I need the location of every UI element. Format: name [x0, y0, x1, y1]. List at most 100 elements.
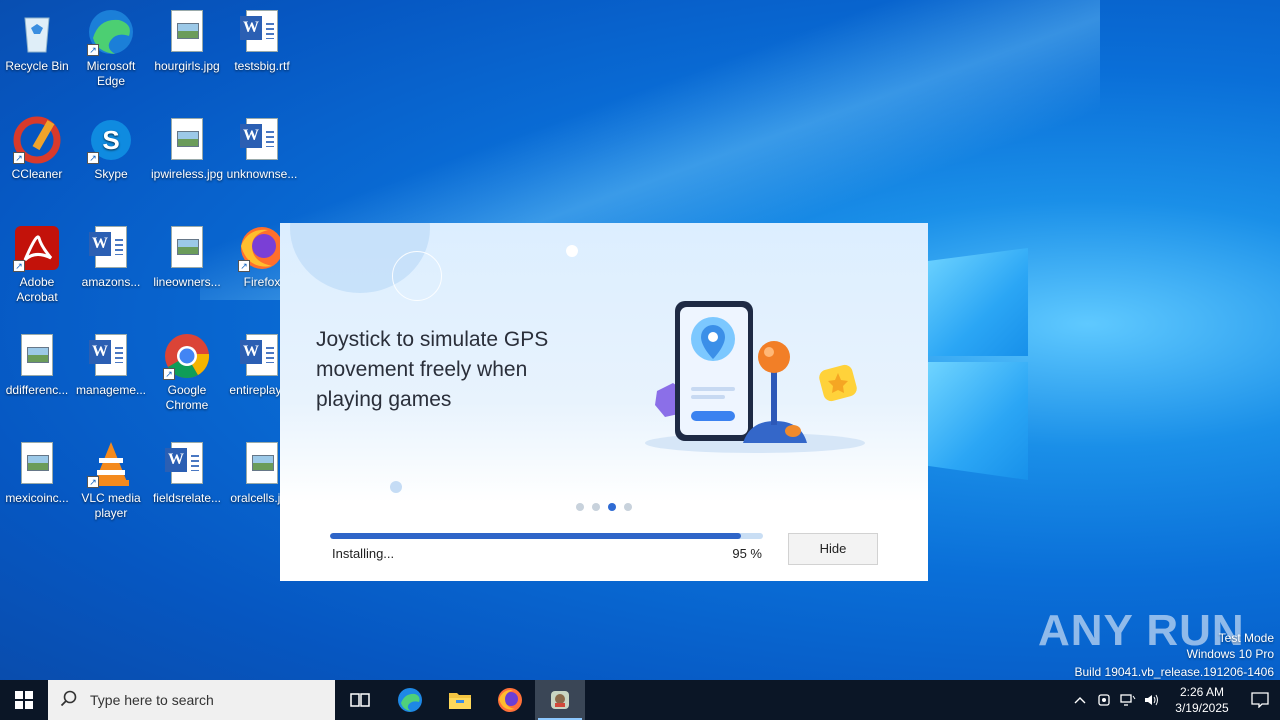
search-icon [60, 690, 82, 711]
desktop-icon-label: mexicoinc... [5, 491, 69, 505]
ccleaner-icon: ↗ [13, 116, 61, 164]
desktop-icon[interactable]: ddifferenc... [0, 332, 74, 398]
clock-time: 2:26 AM [1179, 685, 1225, 699]
desktop-icon[interactable]: ↗ Adobe Acrobat [0, 224, 74, 305]
tray-network-button[interactable] [1116, 680, 1140, 720]
word-document-icon: W [238, 8, 286, 56]
skype-icon: S ↗ [87, 116, 135, 164]
chevron-up-icon [1074, 697, 1086, 704]
taskbar-clock[interactable]: 2:26 AM 3/19/2025 [1164, 684, 1240, 716]
image-file-icon [163, 224, 211, 272]
install-progress-fill [330, 533, 742, 539]
windows-edition-text: Windows 10 Pro [1186, 647, 1274, 661]
desktop-icon[interactable]: S ↗ Skype [74, 116, 148, 182]
slide-dot[interactable] [608, 503, 616, 511]
desktop-icon-label: Skype [94, 167, 128, 181]
tray-device-button[interactable] [1092, 680, 1116, 720]
decorative-ring [392, 251, 442, 301]
start-button[interactable] [0, 680, 48, 720]
notification-icon [1251, 692, 1269, 708]
image-file-icon [13, 332, 61, 380]
feature-headline: Joystick to simulate GPS movement freely… [316, 328, 549, 411]
word-document-icon: W [163, 440, 211, 488]
svg-text:S: S [102, 125, 119, 155]
desktop-icon-label: manageme... [75, 383, 147, 397]
taskbar-search-box[interactable]: Type here to search [48, 680, 335, 720]
desktop-icon[interactable]: hourgirls.jpg [150, 8, 224, 74]
desktop-icon-label: lineowners... [153, 275, 221, 289]
chrome-icon: ↗ [163, 332, 211, 380]
desktop-icon[interactable]: Wtestsbig.rtf [225, 8, 299, 74]
taskbar-installer-button[interactable] [535, 680, 585, 720]
tray-volume-button[interactable] [1140, 680, 1164, 720]
slide-dot[interactable] [624, 503, 632, 511]
desktop-icon-label: unknownse... [226, 167, 298, 181]
desktop-icon-label: Recycle Bin [5, 59, 69, 73]
desktop-icon-label: VLC media player [81, 491, 141, 520]
desktop-icon[interactable]: Recycle Bin [0, 8, 74, 74]
clock-date: 3/19/2025 [1175, 701, 1229, 715]
installer-app-icon [551, 691, 569, 709]
task-view-icon [350, 693, 370, 707]
install-progress-bar [330, 533, 763, 539]
image-file-icon [238, 440, 286, 488]
image-file-icon [13, 440, 61, 488]
install-status-text: Installing... [332, 546, 395, 561]
desktop-icon-label: amazons... [81, 275, 141, 289]
desktop-icon-label: Microsoft Edge [86, 59, 136, 88]
acrobat-icon: ↗ [13, 224, 61, 272]
desktop-icon[interactable]: mexicoinc... [0, 440, 74, 506]
desktop-icon-label: ddifferenc... [5, 383, 69, 397]
desktop-icon-label: hourgirls.jpg [154, 59, 220, 73]
joystick-phone-illustration [645, 301, 865, 453]
action-center-button[interactable] [1240, 680, 1280, 720]
desktop-icon[interactable]: ↗ Microsoft Edge [74, 8, 148, 89]
image-file-icon [163, 8, 211, 56]
windows-start-icon [15, 691, 33, 709]
desktop-icon[interactable]: Wmanageme... [74, 332, 148, 398]
desktop-icon[interactable]: ↗ VLC media player [74, 440, 148, 521]
desktop-icon[interactable]: Wamazons... [74, 224, 148, 290]
desktop-icon[interactable]: Wunknownse... [225, 116, 299, 182]
slide-dot[interactable] [576, 503, 584, 511]
desktop-icon[interactable]: ipwireless.jpg [150, 116, 224, 182]
desktop-icon[interactable]: Wfieldsrelate... [150, 440, 224, 506]
firefox-icon: ↗ [238, 224, 286, 272]
task-view-button[interactable] [335, 680, 385, 720]
vlc-icon: ↗ [87, 440, 135, 488]
desktop-icon-label: Google Chrome [165, 383, 209, 412]
file-explorer-icon [449, 693, 471, 709]
desktop-icon-label: testsbig.rtf [234, 59, 290, 73]
word-document-icon: W [87, 224, 135, 272]
desktop-icon-label: CCleaner [11, 167, 63, 181]
desktop-icon-label: fieldsrelate... [152, 491, 222, 505]
decorative-dot [390, 481, 402, 493]
search-placeholder: Type here to search [90, 692, 214, 708]
build-text: Build 19041.vb_release.191206-1406 [1074, 665, 1275, 679]
desktop-icon-label: Adobe Acrobat [16, 275, 58, 304]
firefox-icon [498, 688, 522, 712]
show-hidden-icons-button[interactable] [1068, 680, 1092, 720]
word-document-icon: W [238, 332, 286, 380]
desktop-icon[interactable]: ↗ Google Chrome [150, 332, 224, 413]
decorative-dot [566, 245, 578, 257]
taskbar-edge-button[interactable] [385, 680, 435, 720]
desktop-icon[interactable]: ↗ CCleaner [0, 116, 74, 182]
windows-logo-wallpaper [928, 238, 1030, 482]
edge-icon [398, 688, 422, 712]
installer-dialog: Joystick to simulate GPS movement freely… [280, 223, 928, 581]
network-icon [1120, 694, 1136, 706]
volume-icon [1145, 694, 1158, 706]
hide-button[interactable]: Hide [788, 533, 878, 565]
word-document-icon: W [87, 332, 135, 380]
desktop-icon[interactable]: lineowners... [150, 224, 224, 290]
edge-icon: ↗ [87, 8, 135, 56]
taskbar: Type here to search 2:26 AM 3/19/2025 [0, 680, 1280, 720]
taskbar-file-explorer-button[interactable] [435, 680, 485, 720]
desktop-icon-label: ipwireless.jpg [150, 167, 224, 181]
device-icon [1098, 694, 1110, 706]
system-tray: 2:26 AM 3/19/2025 [1068, 680, 1280, 720]
taskbar-firefox-button[interactable] [485, 680, 535, 720]
slide-dot[interactable] [592, 503, 600, 511]
image-file-icon [163, 116, 211, 164]
